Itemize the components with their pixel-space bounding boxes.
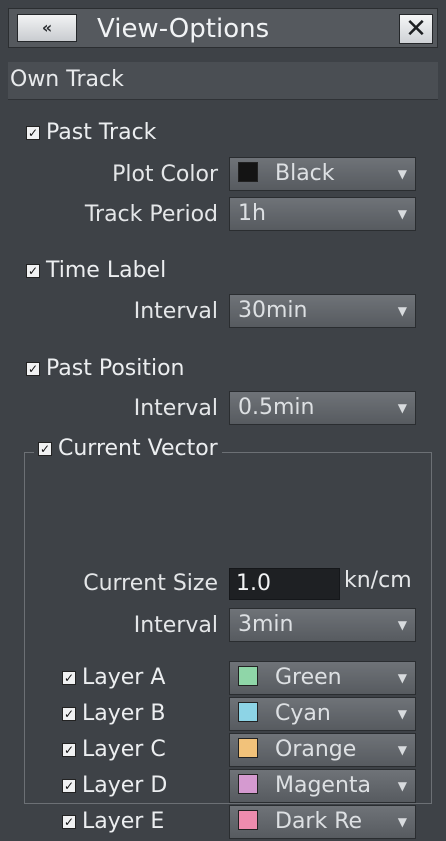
color-swatch-dark-red [238,810,258,830]
layer-e-checkbox[interactable]: ✓ Layer E [62,809,164,834]
chevron-down-icon: ▼ [397,779,407,793]
track-period-value: 1h [238,201,266,226]
layer-e-color-dropdown[interactable]: Dark Re ▼ [229,805,416,839]
layer-a-checkbox[interactable]: ✓ Layer A [62,665,165,690]
current-vector-interval-value: 3min [238,612,294,637]
chevron-down-icon: ▼ [397,207,407,221]
chevron-down-icon: ▼ [397,401,407,415]
past-track-label: Past Track [46,120,157,145]
past-track-checkbox[interactable]: ✓ Past Track [26,120,156,145]
layer-a-label: Layer A [82,665,166,690]
chevron-down-icon: ▼ [397,707,407,721]
layer-e-color-value: Dark Re [275,809,363,834]
chevron-down-icon: ▼ [397,815,407,829]
past-position-label: Past Position [46,356,185,381]
checkbox-checked-icon: ✓ [62,670,76,685]
window-title: View-Options [97,14,270,44]
collapse-button[interactable]: « [17,14,77,42]
current-vector-label: Current Vector [58,436,218,461]
time-label-label: Time Label [46,258,167,283]
layer-c-label: Layer C [82,737,166,762]
color-swatch-magenta [238,774,258,794]
current-vector-interval-dropdown[interactable]: 3min ▼ [229,608,416,642]
checkbox-checked-icon: ✓ [26,361,40,376]
chevron-down-icon: ▼ [397,618,407,632]
checkbox-checked-icon: ✓ [26,125,40,140]
time-label-interval-value: 30min [238,298,308,323]
chevron-down-icon: ▼ [397,743,407,757]
layer-d-label: Layer D [82,773,168,798]
checkbox-checked-icon: ✓ [62,814,76,829]
layer-c-color-dropdown[interactable]: Orange ▼ [229,733,416,767]
color-swatch-black [238,162,258,182]
layer-c-color-value: Orange [275,737,357,762]
plot-color-dropdown[interactable]: Black ▼ [229,157,416,191]
time-label-interval-label: Interval [133,299,218,324]
checkbox-checked-icon: ✓ [62,706,76,721]
plot-color-label: Plot Color [112,162,218,187]
chevron-down-icon: ▼ [397,671,407,685]
current-vector-checkbox[interactable]: ✓ Current Vector [34,436,222,461]
current-size-label: Current Size [83,571,218,596]
layer-c-checkbox[interactable]: ✓ Layer C [62,737,166,762]
title-bar: « View-Options ✕ [8,8,438,48]
plot-color-value: Black [275,161,335,186]
checkbox-checked-icon: ✓ [62,778,76,793]
past-position-interval-value: 0.5min [238,395,315,420]
layer-a-color-dropdown[interactable]: Green ▼ [229,661,416,695]
past-position-checkbox[interactable]: ✓ Past Position [26,356,185,381]
current-vector-interval-label: Interval [133,613,218,638]
color-swatch-orange [238,738,258,758]
layer-e-label: Layer E [82,809,165,834]
layer-d-color-dropdown[interactable]: Magenta ▼ [229,769,416,803]
current-size-input[interactable]: 1.0 [229,568,340,600]
layer-d-color-value: Magenta [275,773,372,798]
layer-a-color-value: Green [275,665,342,690]
section-header-own-track: Own Track [8,62,438,100]
layer-b-checkbox[interactable]: ✓ Layer B [62,701,165,726]
current-size-unit: kn/cm [344,568,412,593]
layer-b-color-dropdown[interactable]: Cyan ▼ [229,697,416,731]
checkbox-checked-icon: ✓ [38,441,52,456]
color-swatch-cyan [238,702,258,722]
layer-b-color-value: Cyan [275,701,331,726]
past-position-interval-label: Interval [133,396,218,421]
time-label-interval-dropdown[interactable]: 30min ▼ [229,294,416,328]
track-period-dropdown[interactable]: 1h ▼ [229,197,416,231]
layer-b-label: Layer B [82,701,166,726]
past-position-interval-dropdown[interactable]: 0.5min ▼ [229,391,416,425]
checkbox-checked-icon: ✓ [62,742,76,757]
chevron-down-icon: ▼ [397,304,407,318]
track-period-label: Track Period [84,202,218,227]
close-button[interactable]: ✕ [399,14,433,44]
color-swatch-green [238,666,258,686]
layer-d-checkbox[interactable]: ✓ Layer D [62,773,167,798]
chevron-down-icon: ▼ [397,167,407,181]
time-label-checkbox[interactable]: ✓ Time Label [26,258,166,283]
checkbox-checked-icon: ✓ [26,263,40,278]
